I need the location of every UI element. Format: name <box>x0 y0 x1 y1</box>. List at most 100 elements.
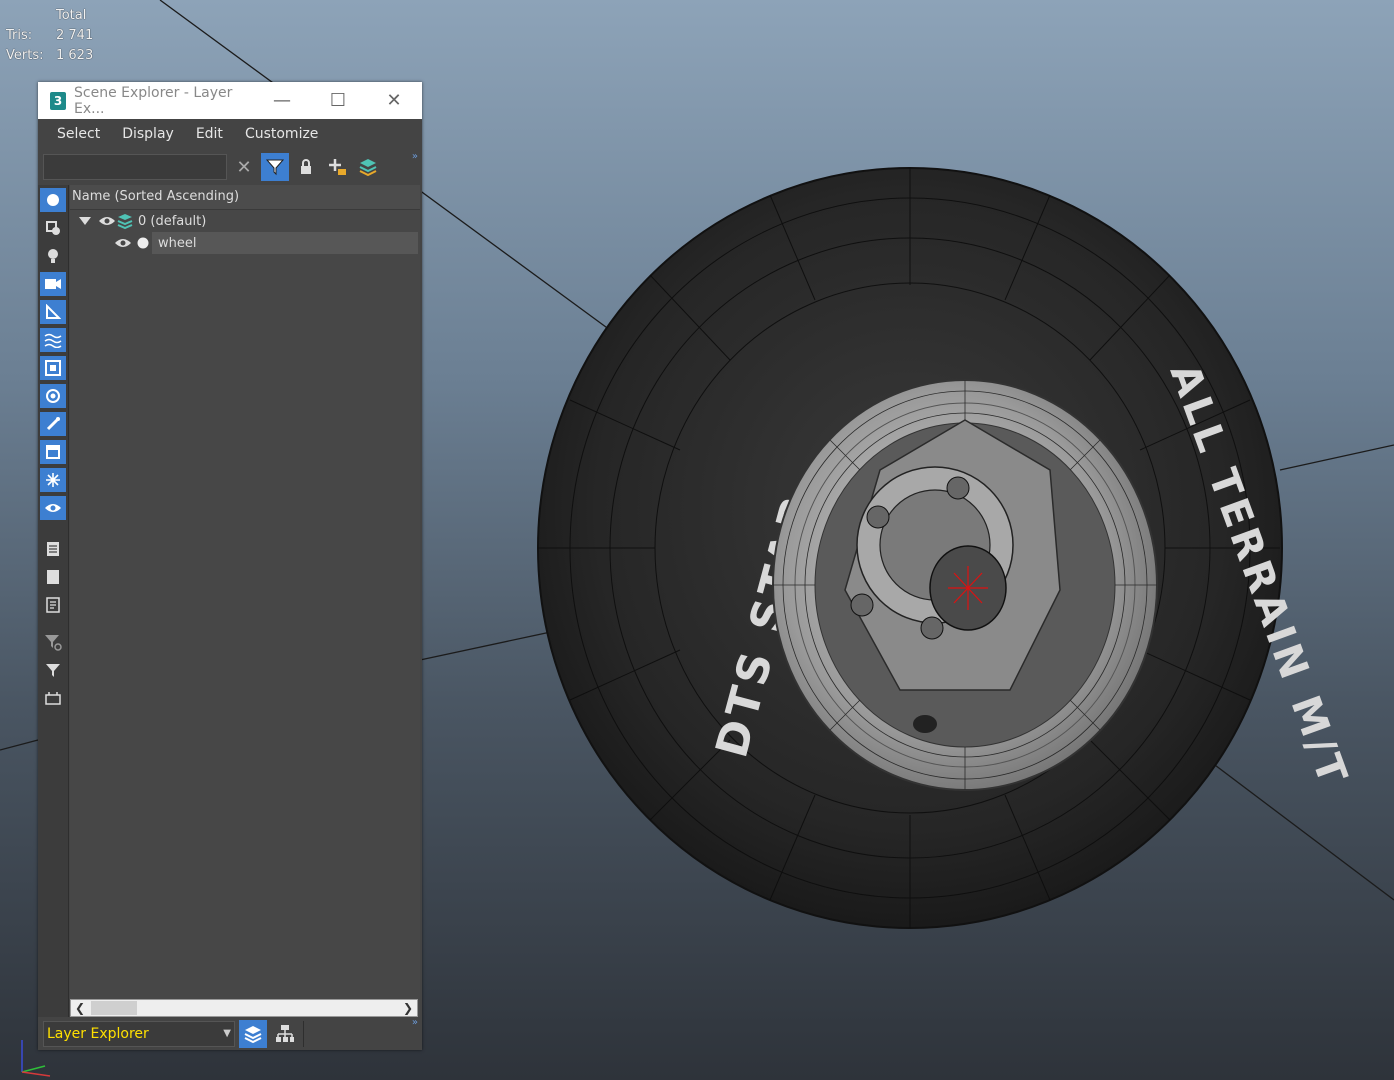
xref-icon <box>46 389 60 403</box>
snowflake-icon <box>46 473 60 487</box>
scroll-right-icon[interactable]: ❯ <box>399 1001 417 1015</box>
layers-icon <box>244 1025 262 1043</box>
viewport-statistics: Total Tris: 2 741 Verts: 1 623 <box>6 6 93 66</box>
create-layer-button[interactable] <box>323 153 351 181</box>
eye-icon[interactable] <box>98 215 116 227</box>
filter-frozen-button[interactable] <box>40 468 66 492</box>
sync-icon <box>45 692 61 705</box>
stats-row-tris: Tris: 2 741 <box>6 26 93 46</box>
filter-geometry-button[interactable] <box>40 188 66 212</box>
column-header-name[interactable]: Name (Sorted Ascending) <box>70 185 420 210</box>
hierarchy-button[interactable] <box>271 1020 299 1048</box>
menu-edit[interactable]: Edit <box>185 126 234 142</box>
list-none-icon <box>47 570 59 584</box>
explorer-type-dropdown[interactable]: Layer Explorer ▼ <box>43 1020 235 1047</box>
menu-select[interactable]: Select <box>46 126 111 142</box>
lock-icon <box>301 159 311 174</box>
filter-hidden-button[interactable] <box>40 496 66 520</box>
menu-display[interactable]: Display <box>111 126 185 142</box>
filter-sidebar <box>38 185 69 1017</box>
camera-icon <box>45 279 61 289</box>
filter-icon <box>265 159 285 176</box>
chevron-down-icon: ▼ <box>223 1028 231 1039</box>
layers-icon <box>359 159 377 177</box>
expand-triangle-icon[interactable] <box>78 215 92 227</box>
close-button[interactable]: ✕ <box>366 82 422 119</box>
horizontal-scrollbar[interactable]: ❮ ❯ <box>70 999 418 1017</box>
tree-row-wheel[interactable]: wheel <box>70 232 420 254</box>
filter-button[interactable] <box>40 658 66 682</box>
helper-icon <box>46 304 61 319</box>
search-input[interactable] <box>43 154 227 180</box>
lock-button[interactable] <box>292 153 320 181</box>
lightbulb-icon <box>48 249 58 263</box>
filter-shapes-button[interactable] <box>40 216 66 240</box>
menu-bar: Select Display Edit Customize <box>38 119 422 149</box>
filter-xrefs-button[interactable] <box>40 384 66 408</box>
group-icon <box>45 360 61 376</box>
bottom-overflow[interactable]: » <box>412 1017 418 1028</box>
filter-selected-button[interactable] <box>40 630 66 654</box>
explorer-body: Name (Sorted Ascending) 0 (default) whee… <box>38 185 422 1017</box>
object-circle-icon <box>137 237 149 249</box>
eye-icon <box>45 504 61 512</box>
sync-selection-button[interactable] <box>40 686 66 710</box>
filter-bones-button[interactable] <box>40 412 66 436</box>
filter-plus-icon <box>45 635 62 651</box>
circle-icon <box>47 194 59 206</box>
explorer-type-value: Layer Explorer <box>47 1025 149 1042</box>
spacewarp-icon <box>44 333 62 348</box>
display-all-button[interactable] <box>40 537 66 561</box>
scene-explorer-window[interactable]: 3 Scene Explorer - Layer Ex... — ☐ ✕ Sel… <box>38 82 422 1050</box>
grid-line <box>419 629 561 661</box>
wheel-model: DTS STAR ALL TERRAIN M/T <box>537 167 1357 929</box>
list-all-icon <box>47 542 59 556</box>
list-invert-icon <box>46 597 60 613</box>
grid-line <box>1194 749 1394 901</box>
layer-name: 0 (default) <box>138 213 207 229</box>
filter-containers-button[interactable] <box>40 440 66 464</box>
container-icon <box>46 445 60 459</box>
filter-toggle-button[interactable] <box>261 153 289 181</box>
layers-button[interactable] <box>354 153 382 181</box>
minimize-button[interactable]: — <box>254 82 310 119</box>
grid-line <box>0 739 39 751</box>
stats-value: 2 741 <box>56 28 94 43</box>
add-layer-icon <box>329 159 346 175</box>
filter-groups-button[interactable] <box>40 356 66 380</box>
stats-label: Verts: <box>6 48 44 63</box>
display-invert-button[interactable] <box>40 593 66 617</box>
toolbar-overflow[interactable]: » <box>412 151 418 162</box>
bottom-bar: Layer Explorer ▼ » <box>38 1017 422 1050</box>
stats-header: Total <box>56 8 87 23</box>
filter-lights-button[interactable] <box>40 244 66 268</box>
layer-explorer-button[interactable] <box>239 1019 267 1048</box>
filter-spacewarps-button[interactable] <box>40 328 66 352</box>
display-none-button[interactable] <box>40 565 66 589</box>
layers-icon <box>117 214 133 230</box>
object-name: wheel <box>158 235 197 251</box>
grid-line <box>1279 444 1394 471</box>
clear-search-button[interactable]: ✕ <box>230 153 258 181</box>
stats-row-verts: Verts: 1 623 <box>6 46 93 66</box>
filter-cameras-button[interactable] <box>40 272 66 296</box>
hierarchy-icon <box>276 1024 294 1042</box>
filter-helpers-button[interactable] <box>40 300 66 324</box>
funnel-icon <box>46 664 60 677</box>
stats-label: Tris: <box>6 28 33 43</box>
stats-value: 1 623 <box>56 48 94 63</box>
toolbar: ✕ » <box>38 149 422 185</box>
layer-tree[interactable]: Name (Sorted Ascending) 0 (default) whee… <box>70 185 420 1017</box>
window-title: Scene Explorer - Layer Ex... <box>74 84 233 117</box>
shapes-icon <box>46 221 60 235</box>
maximize-button[interactable]: ☐ <box>310 82 366 119</box>
bone-icon <box>46 417 60 431</box>
tree-row-default-layer[interactable]: 0 (default) <box>70 210 420 232</box>
scroll-thumb[interactable] <box>91 1001 137 1015</box>
scroll-left-icon[interactable]: ❮ <box>71 1001 89 1015</box>
close-icon: ✕ <box>236 156 252 178</box>
app-icon: 3 <box>50 91 66 110</box>
menu-customize[interactable]: Customize <box>234 126 330 142</box>
eye-icon[interactable] <box>114 237 132 249</box>
window-titlebar[interactable]: 3 Scene Explorer - Layer Ex... — ☐ ✕ <box>38 82 422 119</box>
